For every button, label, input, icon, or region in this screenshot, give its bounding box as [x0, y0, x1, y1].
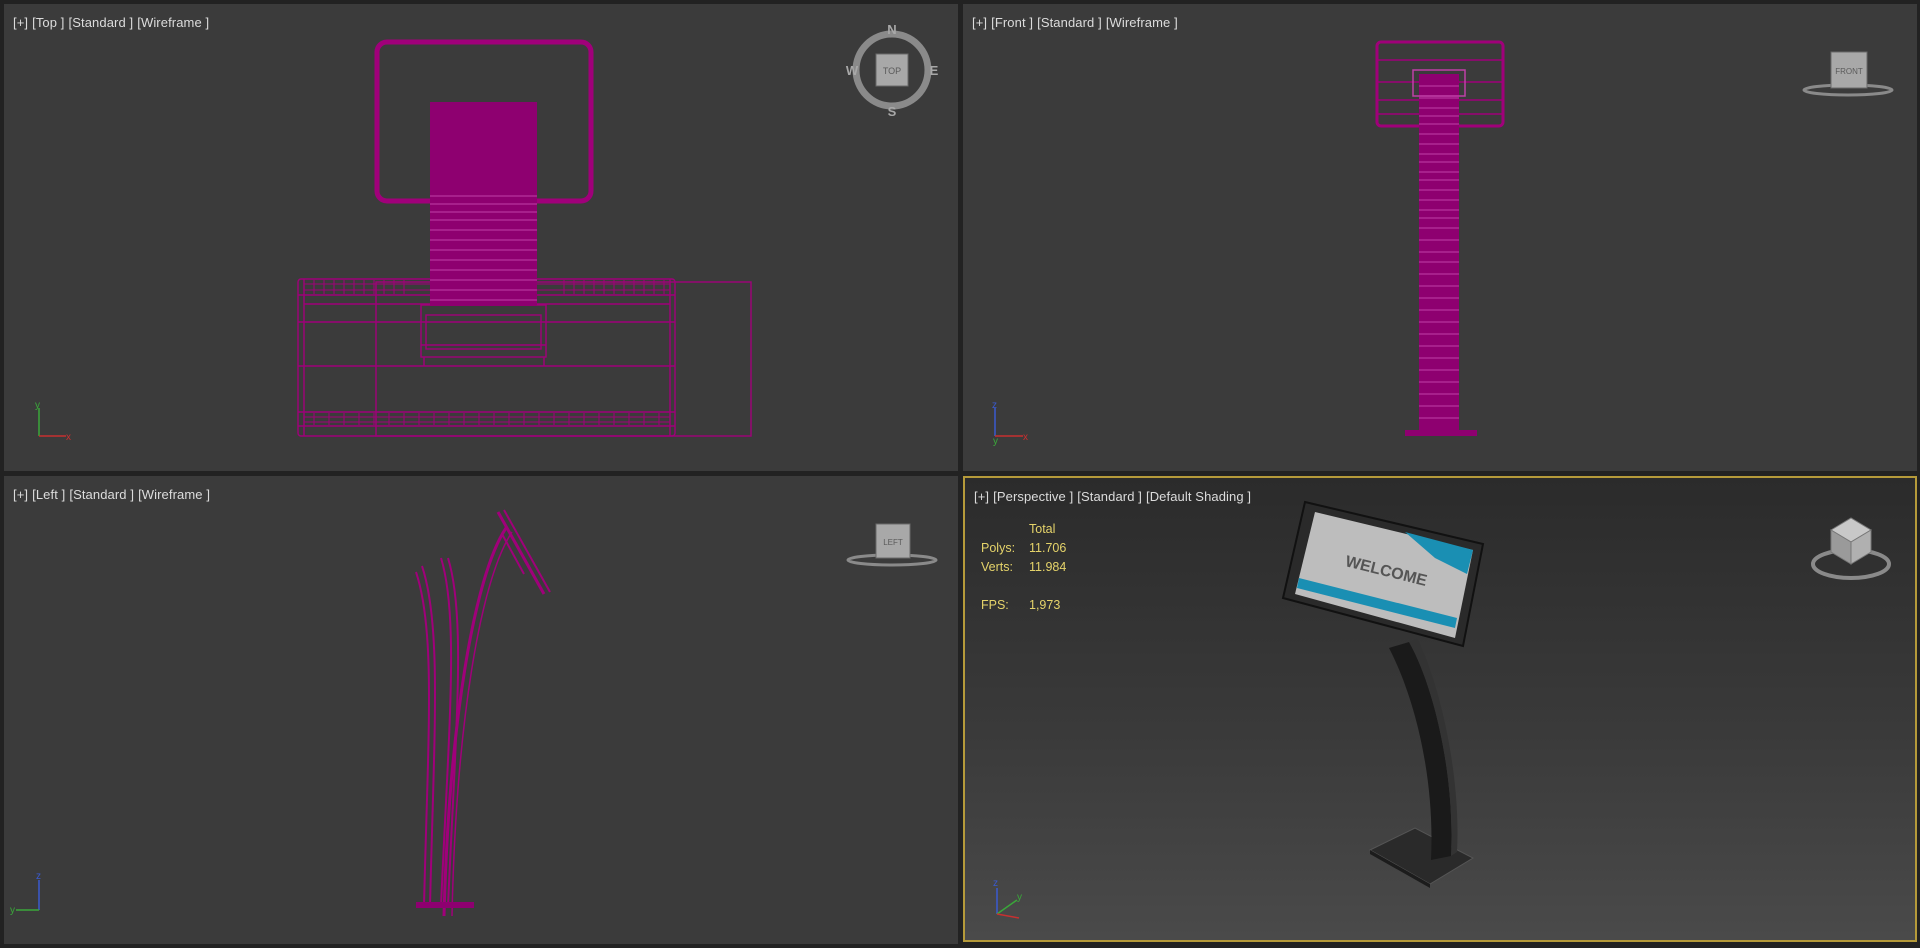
viewcube-top: TOP — [883, 66, 901, 76]
viewport-top[interactable]: [+] [Top ] [Standard ] [Wireframe ] TOP … — [4, 4, 958, 471]
svg-text:y: y — [35, 400, 40, 411]
axis-tripod: y x — [35, 400, 71, 443]
svg-text:z: z — [992, 400, 997, 411]
viewport-left[interactable]: [+] [Left ] [Standard ] [Wireframe ] LEFT z… — [4, 476, 958, 944]
viewcube-left: LEFT — [846, 523, 938, 567]
viewcube-front: FRONT — [1802, 51, 1894, 97]
viewport-perspective[interactable]: [+] [Perspective ] [Standard ] [Default Sha… — [963, 476, 1917, 942]
left-wireframe-model: LEFT z y — [10, 509, 938, 917]
front-wireframe-model: FRONT z y x — [992, 40, 1894, 447]
svg-text:N: N — [887, 22, 896, 37]
svg-text:x: x — [66, 432, 71, 443]
svg-text:LEFT: LEFT — [883, 538, 903, 547]
svg-text:W: W — [846, 63, 859, 78]
svg-text:z: z — [36, 871, 41, 882]
svg-text:E: E — [930, 63, 939, 78]
svg-text:y: y — [1017, 892, 1022, 903]
axis-tripod: z y — [10, 871, 41, 916]
svg-text:z: z — [993, 878, 998, 889]
viewport-front[interactable]: [+] [Front ] [Standard ] [Wireframe ] FRONT… — [963, 4, 1917, 471]
svg-text:y: y — [993, 436, 998, 447]
kiosk-3d-render: WELCOME z y — [993, 500, 1891, 919]
svg-text:y: y — [10, 905, 15, 916]
svg-text:x: x — [1023, 432, 1028, 443]
svg-text:FRONT: FRONT — [1835, 67, 1863, 76]
axis-tripod: z y — [993, 878, 1022, 919]
viewcube-perspective — [1811, 517, 1891, 580]
axis-tripod: z y x — [992, 400, 1028, 447]
viewcube-compass: TOP N S E W — [846, 22, 939, 119]
top-wireframe-model: TOP N S E W y x — [35, 22, 939, 443]
svg-text:S: S — [888, 104, 897, 119]
